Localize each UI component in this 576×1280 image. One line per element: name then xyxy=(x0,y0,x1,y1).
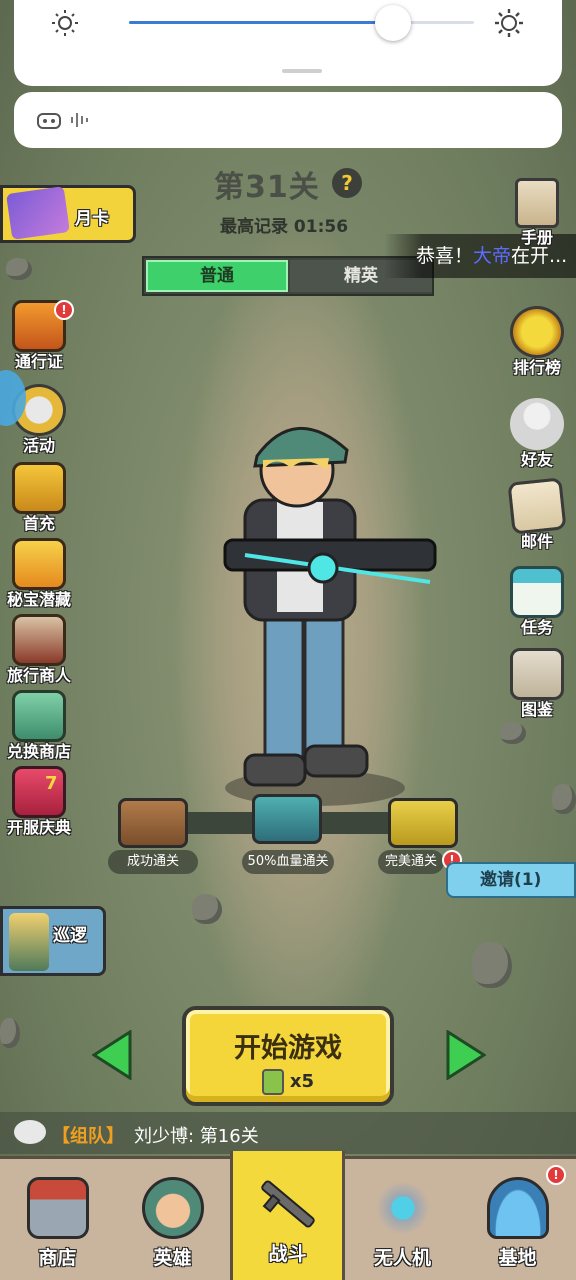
album-icon xyxy=(510,648,564,700)
mail-gift-icon xyxy=(507,477,567,535)
brightness-high-icon xyxy=(495,9,523,37)
alert-badge: ! xyxy=(54,300,74,320)
patrol-hero-icon xyxy=(9,913,49,971)
shop-icon xyxy=(26,1177,89,1239)
chat-bubble-icon xyxy=(14,1120,46,1144)
hidden-treasure-button[interactable]: 秘宝潜藏 xyxy=(2,538,76,610)
drone-icon xyxy=(371,1177,434,1239)
nav-drones-label: 无人机 xyxy=(373,1247,431,1269)
energy-cost-value: x5 xyxy=(289,1071,315,1092)
handbook-button[interactable]: 手册 xyxy=(500,178,574,248)
celebration-chest-icon: 7 xyxy=(12,766,66,818)
trophy-icon xyxy=(510,306,564,358)
banner-prefix: 恭喜！ xyxy=(416,245,474,267)
quick-settings-brightness-panel xyxy=(14,0,562,86)
chest-perfect[interactable] xyxy=(388,798,458,848)
nav-shop-label: 商店 xyxy=(38,1247,77,1269)
rock xyxy=(192,894,222,924)
patrol-label: 巡逻 xyxy=(53,926,87,946)
nav-shop[interactable]: 商店 xyxy=(0,1159,115,1280)
quick-settings-media-panel xyxy=(14,92,562,148)
first-recharge-button[interactable]: 首充 xyxy=(2,462,76,534)
card-icon xyxy=(6,186,70,240)
month-card-label: 月卡 xyxy=(75,209,109,229)
brightness-low-icon xyxy=(52,10,78,36)
chest-half-hp-label: 50%血量通关 xyxy=(242,850,334,874)
help-button[interactable]: ? xyxy=(332,168,362,198)
rock xyxy=(552,784,576,814)
hero-character xyxy=(223,426,437,806)
chest-half-hp[interactable] xyxy=(252,794,322,844)
chest-clear-label: 成功通关 xyxy=(108,850,198,874)
merchant-icon xyxy=(12,614,66,666)
rifle-icon xyxy=(260,1180,315,1228)
friends-button[interactable]: 好友 xyxy=(500,398,574,470)
energy-can-icon xyxy=(261,1069,284,1095)
hero-portrait-icon xyxy=(141,1177,204,1239)
best-record: 最高记录 01:56 xyxy=(220,217,349,237)
banner-player-name: 大帝 xyxy=(473,245,512,267)
shop-stall-icon xyxy=(12,690,66,742)
mail-button[interactable]: 邮件 xyxy=(500,477,574,552)
gamepad-icon[interactable] xyxy=(36,108,62,132)
chest-perfect-label: 完美通关 xyxy=(378,850,444,874)
invite-button[interactable]: 邀请(1) xyxy=(446,862,576,898)
tasks-button[interactable]: 任务 xyxy=(500,566,574,638)
chat-channel-tag: 【组队】 xyxy=(52,1126,124,1147)
next-level-arrow[interactable] xyxy=(446,1030,486,1080)
panel-drag-handle[interactable] xyxy=(282,69,322,73)
sound-wave-icon[interactable] xyxy=(68,108,92,132)
chest-clear[interactable] xyxy=(118,798,188,848)
start-game-button[interactable]: 开始游戏 x5 xyxy=(182,1006,394,1106)
exchange-shop-button[interactable]: 兑换商店 xyxy=(2,690,76,762)
patrol-button[interactable]: 巡逻 xyxy=(0,906,106,976)
rock xyxy=(0,1018,20,1048)
mystery-box-icon xyxy=(12,538,66,590)
celebration-day-number: 7 xyxy=(45,773,58,794)
book-icon xyxy=(515,178,559,228)
alert-badge: ! xyxy=(546,1165,566,1185)
chat-message: 刘少博: 第16关 xyxy=(134,1126,259,1147)
month-card-button[interactable]: 月卡 xyxy=(0,185,136,243)
energy-cost: x5 xyxy=(186,1069,390,1095)
rock xyxy=(500,722,526,744)
previous-level-arrow[interactable] xyxy=(92,1030,132,1080)
calendar-icon xyxy=(510,566,564,618)
nav-heroes-label: 英雄 xyxy=(153,1247,192,1269)
rock xyxy=(472,942,512,988)
nav-base-label: 基地 xyxy=(498,1247,537,1269)
friends-icon xyxy=(510,398,564,450)
nav-heroes[interactable]: 英雄 xyxy=(115,1159,230,1280)
chat-bar[interactable]: 【组队】 刘少博: 第16关 xyxy=(0,1112,576,1154)
nav-battle[interactable]: 战斗 xyxy=(230,1151,345,1280)
codex-button[interactable]: 图鉴 xyxy=(500,648,574,720)
leaderboard-button[interactable]: 排行榜 xyxy=(500,306,574,378)
nav-drones[interactable]: 无人机 xyxy=(345,1159,460,1280)
brightness-slider-thumb[interactable] xyxy=(375,5,411,41)
banner-suffix: 在开... xyxy=(511,245,568,267)
brightness-slider[interactable] xyxy=(129,21,474,24)
rock xyxy=(6,258,32,280)
traveling-merchant-button[interactable]: 旅行商人 xyxy=(2,614,76,686)
tab-normal[interactable]: 普通 xyxy=(146,260,288,292)
server-celebration-button[interactable]: 7 开服庆典 xyxy=(2,766,76,838)
bottom-navigation: 商店 英雄 战斗 无人机 基地 ! xyxy=(0,1151,576,1280)
nav-battle-label: 战斗 xyxy=(268,1243,307,1265)
treasure-chest-icon xyxy=(12,462,66,514)
dome-base-icon xyxy=(486,1177,549,1239)
level-title: 第31关 xyxy=(214,170,320,205)
battle-pass-button[interactable]: ! 通行证 xyxy=(2,300,76,372)
start-game-label: 开始游戏 xyxy=(234,1033,342,1064)
brightness-slider-fill xyxy=(129,21,395,24)
